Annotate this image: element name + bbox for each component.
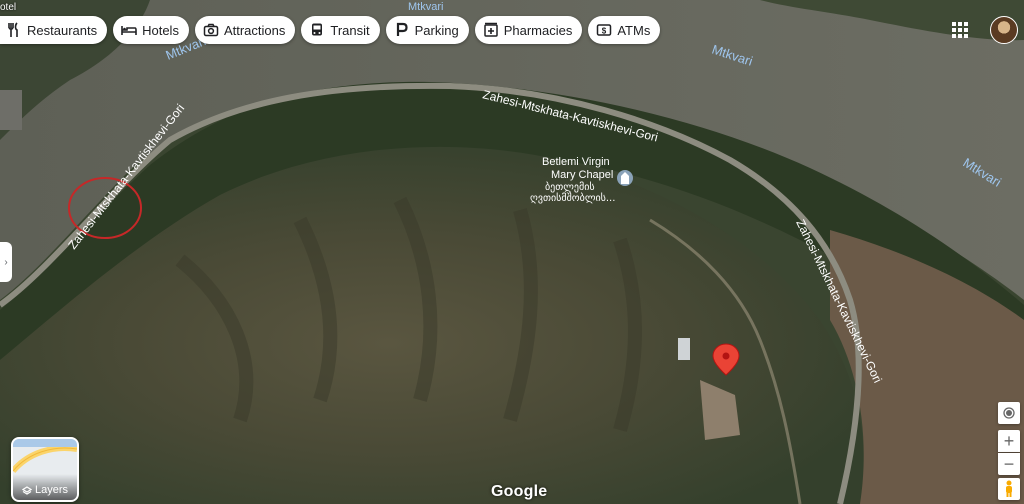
apps-grid-icon[interactable] xyxy=(950,20,970,40)
poi-local-line2: ღვთისმშობლის... xyxy=(530,192,615,204)
svg-text:$: $ xyxy=(602,27,607,36)
poi-name-line1: Betlemi Virgin xyxy=(542,156,610,168)
layers-icon xyxy=(21,486,32,495)
street-view-pegman-button[interactable] xyxy=(998,478,1020,500)
zoom-in-button[interactable]: + xyxy=(998,430,1020,452)
fork-knife-icon xyxy=(8,22,18,37)
camera-icon xyxy=(203,23,219,37)
layers-button[interactable]: Layers xyxy=(11,437,79,502)
chip-restaurants[interactable]: Restaurants xyxy=(0,16,108,44)
plus-icon: + xyxy=(1003,430,1015,451)
chip-atms[interactable]: $ ATMs xyxy=(588,16,661,44)
chip-label: ATMs xyxy=(617,22,651,38)
poi-name-line2: Mary Chapel xyxy=(551,169,613,181)
collapse-side-panel-button[interactable]: › xyxy=(0,242,12,282)
my-location-button[interactable] xyxy=(998,402,1020,424)
chip-transit[interactable]: Transit xyxy=(301,16,380,44)
chip-label: Attractions xyxy=(223,22,286,38)
layers-label: Layers xyxy=(34,484,69,496)
river-label: Mtkvari xyxy=(408,1,443,13)
chip-label: Parking xyxy=(414,22,459,38)
chapel-building xyxy=(678,338,690,360)
bed-icon xyxy=(121,26,137,35)
google-logo: Google xyxy=(491,483,548,500)
chip-hotels[interactable]: Hotels xyxy=(113,16,189,44)
my-location-icon xyxy=(1003,407,1015,419)
chevron-right-icon: › xyxy=(4,256,8,268)
chip-parking[interactable]: Parking xyxy=(385,16,469,44)
minus-icon: − xyxy=(1003,453,1015,474)
chip-pharmacies[interactable]: Pharmacies xyxy=(474,16,583,44)
chip-label: Pharmacies xyxy=(503,22,573,38)
chip-label: Hotels xyxy=(142,22,179,38)
chip-attractions[interactable]: Attractions xyxy=(194,16,296,44)
pegman-icon xyxy=(1006,480,1012,497)
hotel-label-fragment: otel xyxy=(0,2,17,13)
zoom-out-button[interactable]: − xyxy=(998,453,1020,475)
building-left xyxy=(0,90,22,130)
pharmacy-icon xyxy=(483,22,498,37)
poi-local-line1: ბეთლემის xyxy=(545,181,595,193)
chip-label: Restaurants xyxy=(27,22,98,38)
atm-icon: $ xyxy=(597,24,612,36)
account-avatar[interactable] xyxy=(990,16,1018,44)
chip-label: Transit xyxy=(330,22,370,38)
layers-label-row: Layers xyxy=(13,474,77,500)
satellite-map[interactable]: Mtkvari Mtkvari Mtkvari Mtkvari Zahesi-M… xyxy=(0,0,1024,504)
bus-icon xyxy=(312,23,323,36)
category-chips: Restaurants Hotels Attractions Transit P… xyxy=(0,16,661,44)
church-icon xyxy=(617,170,633,186)
parking-icon xyxy=(396,22,408,36)
